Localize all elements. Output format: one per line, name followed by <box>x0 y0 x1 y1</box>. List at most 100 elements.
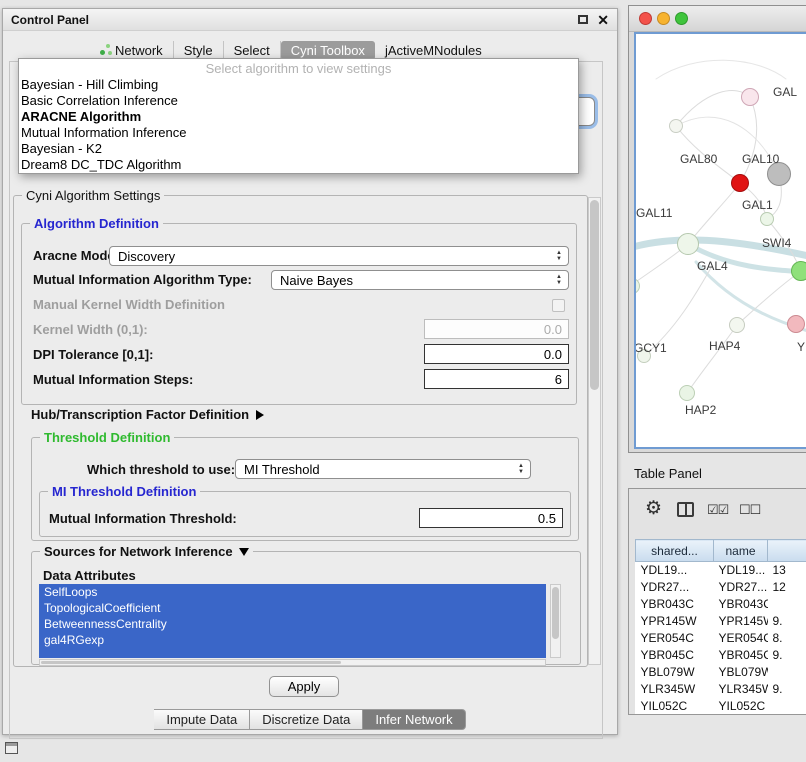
cell-value: 13 <box>768 562 806 579</box>
attribute-list[interactable]: SelfLoops TopologicalCoefficient Between… <box>39 584 546 658</box>
tab[interactable]: Select <box>224 41 281 60</box>
cell-name: YIL052C <box>714 698 768 715</box>
zoom-button[interactable] <box>675 12 688 25</box>
table-row[interactable]: YDL19... YDL19... 13 <box>636 562 806 579</box>
bottom-tab[interactable]: Infer Network <box>363 709 465 730</box>
table-row[interactable]: YLR345W YLR345W 9. <box>636 681 806 698</box>
manual-kernel-checkbox[interactable] <box>552 299 565 312</box>
dropdown-item[interactable]: ARACNE Algorithm <box>19 109 578 125</box>
which-threshold-combo[interactable]: MI Threshold <box>235 459 531 479</box>
expanded-arrow-icon <box>239 548 249 556</box>
dropdown-item[interactable]: Bayesian - Hill Climbing <box>19 77 578 93</box>
dpi-tolerance-field[interactable]: 0.0 <box>424 344 569 364</box>
mi-type-label: Mutual Information Algorithm Type: <box>33 272 252 288</box>
cell-value: 8. <box>768 630 806 647</box>
sources-header[interactable]: Sources for Network Inference <box>40 544 253 559</box>
column-header[interactable]: name <box>714 540 768 562</box>
gear-icon[interactable]: ⚙ <box>645 499 662 518</box>
bottom-tab[interactable]: Discretize Data <box>250 709 363 730</box>
control-panel-window: Control Panel ✕ Network Style Select <box>2 8 618 735</box>
mi-threshold-field[interactable]: 0.5 <box>419 508 563 528</box>
settings-scrollbar[interactable] <box>588 197 601 665</box>
network-node[interactable] <box>669 119 683 133</box>
aracne-mode-label: Aracne Mode: <box>33 248 119 264</box>
table-row[interactable]: YIL052C YIL052C <box>636 698 806 715</box>
cell-shared-name: YER054C <box>636 630 714 647</box>
aracne-mode-value: Discovery <box>118 249 175 264</box>
mi-steps-field[interactable]: 6 <box>424 369 569 389</box>
tab[interactable]: Cyni Toolbox <box>281 41 375 60</box>
dropdown-item[interactable]: Mutual Information Inference <box>19 125 578 141</box>
table-header-row: shared...name <box>636 540 806 562</box>
attribute-list-item[interactable]: SelfLoops <box>39 584 546 600</box>
dropdown-item[interactable]: Bayesian - K2 <box>19 141 578 157</box>
apply-button[interactable]: Apply <box>269 676 339 697</box>
network-node[interactable] <box>677 233 699 255</box>
attribute-list-vertical-scrollbar[interactable] <box>550 584 561 658</box>
network-node[interactable] <box>731 174 749 192</box>
network-node[interactable] <box>679 385 695 401</box>
algorithm-dropdown-popup: Select algorithm to view settings Bayesi… <box>18 58 579 174</box>
network-node-label: GAL <box>773 85 797 99</box>
tab[interactable]: Style <box>174 41 224 60</box>
float-window-icon[interactable] <box>578 15 588 24</box>
cell-name: YBL079W <box>714 664 768 681</box>
network-node-label: GAL10 <box>742 152 779 166</box>
dropdown-placeholder: Select algorithm to view settings <box>19 61 578 77</box>
bottom-tab[interactable]: Impute Data <box>154 709 250 730</box>
table-row[interactable]: YBR045C YBR045C 9. <box>636 647 806 664</box>
network-node-label: Y <box>797 340 805 354</box>
cell-name: YER054C <box>714 630 768 647</box>
close-button[interactable] <box>639 12 652 25</box>
cell-name: YDL19... <box>714 562 768 579</box>
network-node-label: HAP4 <box>709 339 740 353</box>
data-attributes-label: Data Attributes <box>43 568 136 584</box>
network-node[interactable] <box>729 317 745 333</box>
collapsed-arrow-icon <box>256 410 264 420</box>
dropdown-item[interactable]: Basic Correlation Inference <box>19 93 578 109</box>
hub-definition-header[interactable]: Hub/Transcription Factor Definition <box>31 407 264 423</box>
tab[interactable]: Network <box>89 41 174 60</box>
attribute-list-item[interactable]: TopologicalCoefficient <box>39 600 546 616</box>
network-node[interactable] <box>791 261 806 281</box>
column-header[interactable] <box>768 540 806 562</box>
table-row[interactable]: YBL079W YBL079W <box>636 664 806 681</box>
table-panel-label: Table Panel <box>634 466 702 481</box>
network-node[interactable] <box>760 212 774 226</box>
cell-value: 9. <box>768 681 806 698</box>
attribute-list-item[interactable]: gal4RGexp <box>39 632 546 648</box>
mi-type-combo[interactable]: Naive Bayes <box>271 270 569 290</box>
cell-name: YDR27... <box>714 579 768 596</box>
table-panel-window: ⚙ ☑☑ ☐☐ shared...name YDL19... YDL19... … <box>628 488 806 715</box>
attribute-list-item[interactable]: BetweennessCentrality <box>39 616 546 632</box>
network-node[interactable] <box>741 88 759 106</box>
attribute-list-item-partial[interactable] <box>39 648 546 658</box>
network-window-titlebar <box>629 6 806 32</box>
table-row[interactable]: YPR145W YPR145W 9. <box>636 613 806 630</box>
network-node[interactable] <box>787 315 805 333</box>
which-threshold-value: MI Threshold <box>244 462 320 477</box>
attribute-list-horizontal-scrollbar[interactable] <box>39 659 546 666</box>
aracne-mode-combo[interactable]: Discovery <box>109 246 569 266</box>
table-row[interactable]: YER054C YER054C 8. <box>636 630 806 647</box>
column-header[interactable]: shared... <box>636 540 714 562</box>
sources-label: Sources for Network Inference <box>44 544 233 559</box>
network-canvas[interactable]: GALGAL80GAL10GAL11GAL1SWI4GAL4GCY1HAP4YH… <box>634 32 806 449</box>
minimize-button[interactable] <box>657 12 670 25</box>
cell-shared-name: YBL079W <box>636 664 714 681</box>
select-all-checkboxes-icon[interactable]: ☑☑ <box>707 502 728 518</box>
columns-icon[interactable] <box>677 502 694 517</box>
table-row[interactable]: YBR043C YBR043C <box>636 596 806 613</box>
dropdown-item[interactable]: Dream8 DC_TDC Algorithm <box>19 157 578 173</box>
clear-checkboxes-icon[interactable]: ☐☐ <box>739 502 760 518</box>
control-panel-titlebar: Control Panel ✕ <box>3 9 617 31</box>
bottom-tabs: Impute Data Discretize Data Infer Networ… <box>3 709 617 730</box>
settings-group-title: Cyni Algorithm Settings <box>22 188 164 203</box>
desktop: Control Panel ✕ Network Style Select <box>0 0 806 762</box>
dpi-tolerance-label: DPI Tolerance [0,1]: <box>33 347 153 363</box>
dock-panel-icon[interactable] <box>5 742 18 754</box>
window-title: Control Panel <box>11 13 578 27</box>
tab[interactable]: jActiveMNodules <box>375 41 492 60</box>
close-window-icon[interactable]: ✕ <box>597 13 609 27</box>
table-row[interactable]: YDR27... YDR27... 12 <box>636 579 806 596</box>
